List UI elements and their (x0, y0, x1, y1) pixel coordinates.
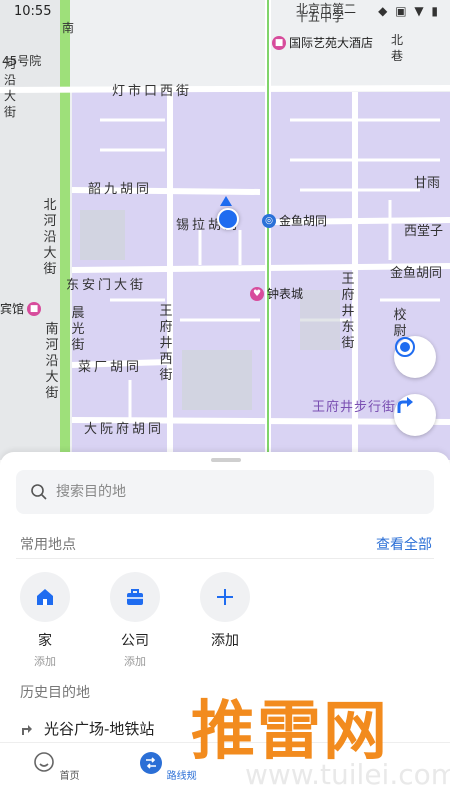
favorite-company[interactable]: 公司 添加 (95, 572, 175, 669)
map-label-h: 韶九胡同 (88, 182, 153, 197)
poi-hotel-left[interactable]: 宾馆 ■ (0, 300, 42, 317)
map-label-v: 王府井东街 (341, 272, 355, 351)
hotel-icon: ■ (272, 35, 286, 50)
poi-subway[interactable]: ◎ 金鱼胡同 (262, 212, 327, 229)
hotel-icon: ■ (27, 301, 42, 316)
history-item-label: 光谷广场-地铁站 (44, 720, 155, 738)
tab-route[interactable]: 路线规 (128, 751, 208, 782)
map-label-h: 灯市口西街 (112, 84, 193, 99)
map-label-h: 王府井步行街 (312, 400, 397, 415)
subway-icon: ◎ (262, 213, 276, 228)
history-route-icon (22, 724, 32, 735)
map-label-v: 北河沿大街 (43, 198, 57, 277)
poi-hotel[interactable]: ■ 国际艺苑大酒店 (272, 34, 373, 51)
bottom-tab-bar: 首页 路线规 (0, 742, 450, 801)
map-label-h: 东安门大街 (66, 278, 147, 293)
history-item[interactable]: 光谷广场-地铁站 (20, 718, 154, 739)
status-bar: 10:55 ◆ ▣ ▼ ▮ (0, 0, 450, 24)
favorite-label: 家 (38, 633, 52, 649)
map-label-top: 北巷 (390, 33, 403, 63)
plus-icon (217, 589, 233, 605)
turn-right-icon (397, 397, 413, 413)
search-input[interactable] (54, 483, 418, 501)
search-icon (31, 484, 47, 500)
view-all-link[interactable]: 查看全部 (376, 534, 432, 554)
favorite-add[interactable]: 添加 (185, 572, 265, 650)
status-icons: ◆ ▣ ▼ ▮ (378, 4, 440, 18)
map-label-v: 王府井西街 (159, 304, 173, 383)
map-view[interactable]: 45号院 北京市第二 十五中学 北巷 南 灯市口西街 韶九胡同 锡拉胡同 东安门… (0, 0, 450, 460)
map-label-v: 南河沿大街 (45, 322, 59, 401)
map-label-h: 菜厂胡同 (78, 360, 143, 375)
tab-label: 首页 (59, 771, 80, 782)
tab-home[interactable]: 首页 (16, 751, 96, 782)
common-places-title: 常用地点 (20, 537, 76, 553)
route-button[interactable] (394, 394, 436, 436)
map-label-h: 大阮府胡同 (84, 422, 165, 437)
favorite-label: 公司 (121, 633, 149, 649)
shopping-icon: ♥ (250, 286, 264, 301)
poi-shop[interactable]: ♥ 钟表城 (250, 285, 303, 302)
briefcase-icon (127, 589, 143, 605)
map-label-h: 甘雨 (414, 176, 441, 191)
locate-button[interactable] (394, 336, 436, 378)
route-icon (140, 752, 163, 774)
status-time: 10:55 (14, 4, 52, 19)
favorite-sub: 添加 (124, 655, 146, 668)
heading-arrow-icon (220, 196, 232, 206)
favorite-sub: 添加 (34, 655, 56, 668)
home-icon (37, 589, 53, 605)
search-bar[interactable] (16, 470, 434, 514)
divider (16, 558, 434, 559)
locate-icon (395, 337, 415, 357)
map-label-v: 河沿大街 (3, 57, 16, 119)
current-location-marker (217, 208, 239, 230)
map-label-h: 西堂子 (404, 224, 444, 239)
favorite-home[interactable]: 家 添加 (5, 572, 85, 669)
home-outline-icon (34, 752, 55, 772)
history-title: 历史目的地 (20, 685, 90, 701)
tab-label: 路线规 (166, 771, 197, 782)
map-label-v: 晨光街 (71, 306, 85, 353)
map-label-h: 金鱼胡同 (390, 266, 443, 281)
sheet-drag-handle[interactable] (211, 458, 241, 462)
favorite-label: 添加 (211, 633, 239, 649)
